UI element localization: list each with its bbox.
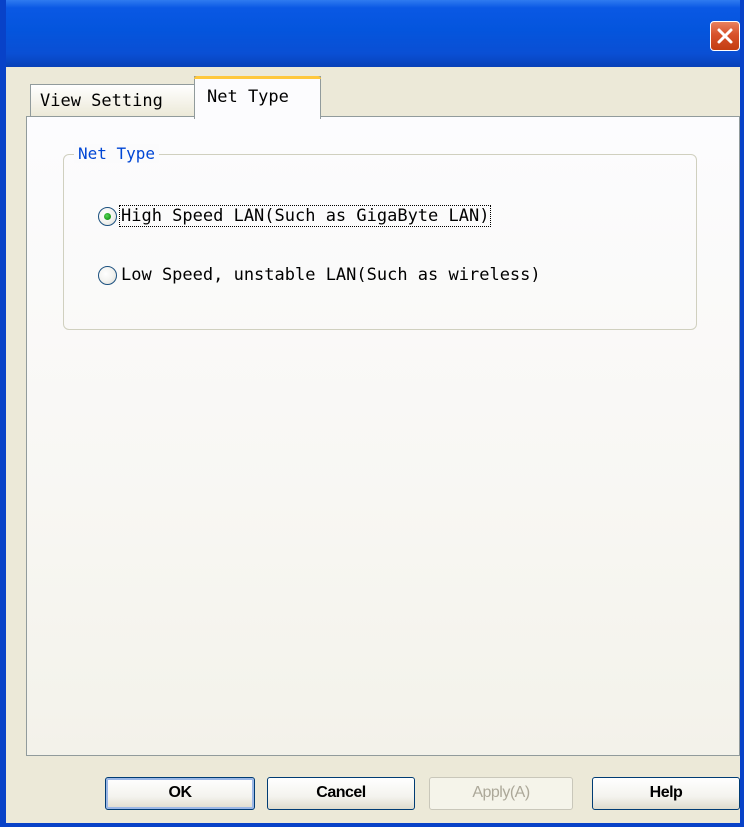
radio-low-speed-lan[interactable]: Low Speed, unstable LAN(Such as wireless… [98,262,542,288]
radio-low-speed-lan-label[interactable]: Low Speed, unstable LAN(Such as wireless… [120,265,542,285]
tab-view-setting-label: View Setting [40,91,163,111]
tab-net-type[interactable]: Net Type [194,76,321,119]
close-button[interactable] [710,21,740,51]
radio-button-unchecked[interactable] [98,265,117,285]
tab-view-setting[interactable]: View Setting [30,84,195,116]
apply-button[interactable]: Apply(A) [429,777,573,810]
ok-button[interactable]: OK [105,777,255,810]
radio-button-checked[interactable] [98,206,117,226]
tab-page-net-type: Net Type High Speed LAN(Such as GigaByte… [26,116,740,756]
radio-high-speed-lan[interactable]: High Speed LAN(Such as GigaByte LAN) [98,203,492,229]
dialog-window: View Setting Net Type Net Type High Spee… [0,0,744,827]
radio-high-speed-lan-label[interactable]: High Speed LAN(Such as GigaByte LAN) [118,205,492,227]
dialog-client-area: View Setting Net Type Net Type High Spee… [6,67,740,823]
tab-net-type-label: Net Type [207,87,289,107]
net-type-group-title: Net Type [74,144,160,163]
help-button[interactable]: Help [592,777,740,810]
net-type-groupbox: Net Type High Speed LAN(Such as GigaByte… [63,144,697,330]
close-icon [717,28,733,44]
title-bar[interactable] [6,0,740,67]
cancel-button[interactable]: Cancel [267,777,415,810]
